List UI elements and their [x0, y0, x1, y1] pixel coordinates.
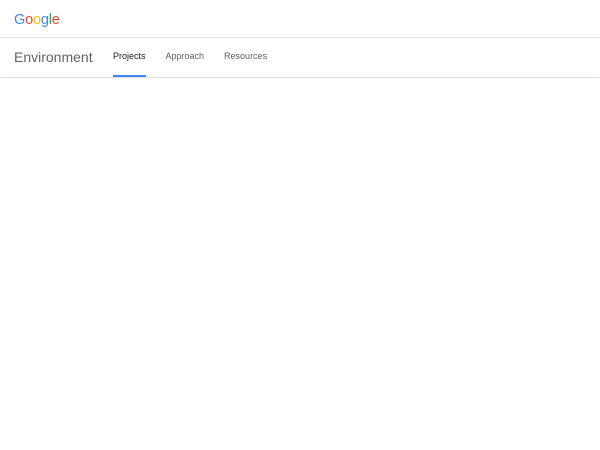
google-logo[interactable]: G o o g l e [14, 11, 60, 29]
logo-letter: o [25, 12, 33, 28]
logo-letter: o [32, 12, 41, 28]
site-title[interactable]: Environment [14, 48, 93, 66]
nav-tabs: Projects Approach Resources [113, 38, 287, 77]
logo-letter: g [40, 12, 49, 28]
site-nav-bar: Environment Projects Approach Resources [0, 38, 600, 77]
tab-approach[interactable]: Approach [166, 38, 205, 77]
top-bar: G o o g l e [0, 0, 600, 38]
tab-projects[interactable]: Projects [113, 38, 146, 77]
logo-letter: e [51, 12, 60, 28]
tab-resources[interactable]: Resources [224, 38, 267, 77]
logo-letter: G [14, 12, 26, 28]
main-content [0, 78, 600, 450]
